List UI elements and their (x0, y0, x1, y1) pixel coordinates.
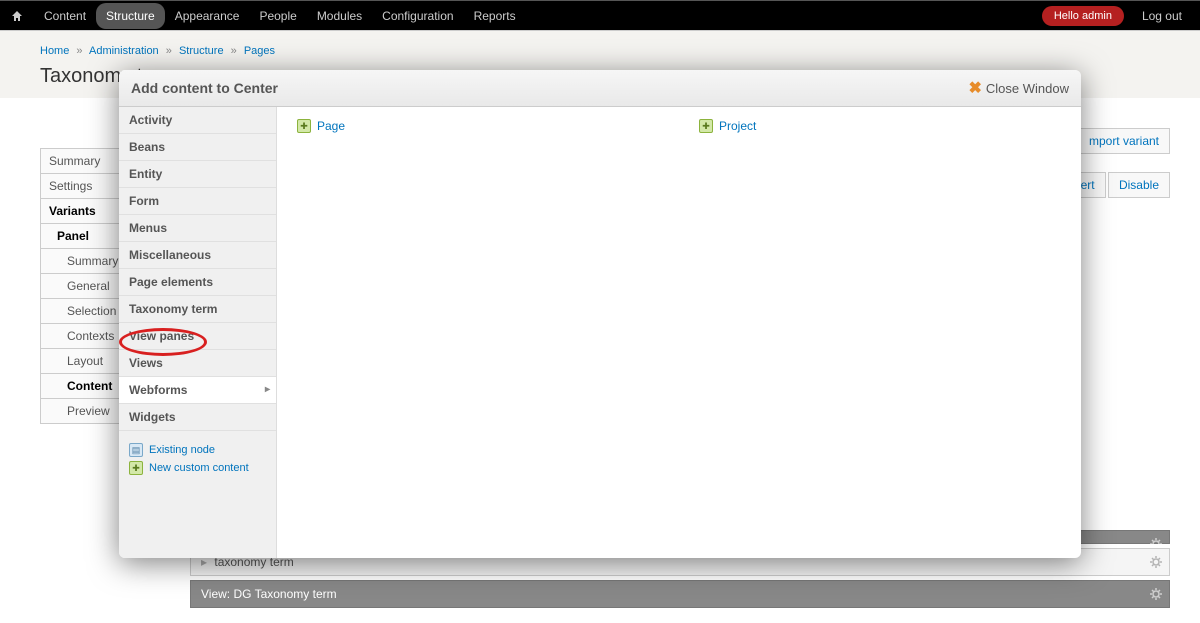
category-miscellaneous[interactable]: Miscellaneous (119, 242, 276, 269)
existing-node-link[interactable]: ▤ Existing node (129, 441, 266, 459)
breadcrumb: Home » Administration » Structure » Page… (0, 39, 1200, 63)
close-icon: ✖ (969, 78, 982, 98)
category-views[interactable]: Views (119, 350, 276, 377)
modal-overlay: Add content to Center ✖ Close Window Act… (0, 0, 1200, 623)
category-page-elements[interactable]: Page elements (119, 269, 276, 296)
content-project-link[interactable]: ✚ Project (699, 119, 1061, 133)
toolbar-modules[interactable]: Modules (307, 3, 372, 29)
category-form[interactable]: Form (119, 188, 276, 215)
toolbar-people[interactable]: People (249, 3, 306, 29)
toolbar-structure[interactable]: Structure (96, 3, 165, 29)
logout-link[interactable]: Log out (1134, 9, 1190, 23)
add-icon: ✚ (129, 461, 143, 475)
variant-actions: mport variant (1079, 128, 1170, 154)
category-beans[interactable]: Beans (119, 134, 276, 161)
category-footer: ▤ Existing node ✚ New custom content (119, 431, 276, 487)
content-page-link[interactable]: ✚ Page (297, 119, 659, 133)
category-taxonomy-term[interactable]: Taxonomy term (119, 296, 276, 323)
gear-icon[interactable] (1149, 555, 1163, 569)
category-list: Activity Beans Entity Form Menus Miscell… (119, 107, 277, 558)
breadcrumb-structure[interactable]: Structure (179, 45, 224, 57)
modal-title: Add content to Center (131, 80, 278, 96)
page-icon: ✚ (297, 119, 311, 133)
node-icon: ▤ (129, 443, 143, 457)
add-content-modal: Add content to Center ✖ Close Window Act… (119, 70, 1081, 558)
category-widgets[interactable]: Widgets (119, 404, 276, 431)
category-menus[interactable]: Menus (119, 215, 276, 242)
disable-button[interactable]: Disable (1108, 172, 1170, 198)
category-view-panes[interactable]: View panes (119, 323, 276, 350)
breadcrumb-home[interactable]: Home (40, 45, 69, 57)
category-activity[interactable]: Activity (119, 107, 276, 134)
modal-header: Add content to Center ✖ Close Window (119, 70, 1081, 107)
breadcrumb-admin[interactable]: Administration (89, 45, 159, 57)
category-webforms[interactable]: Webforms ▸ (119, 377, 276, 404)
breadcrumb-pages[interactable]: Pages (244, 45, 275, 57)
content-area: ✚ Page ✚ Project (277, 107, 1081, 558)
hello-admin-badge[interactable]: Hello admin (1042, 6, 1124, 26)
toolbar-configuration[interactable]: Configuration (372, 3, 463, 29)
gear-icon[interactable] (1149, 587, 1163, 601)
new-custom-content-link[interactable]: ✚ New custom content (129, 459, 266, 477)
toolbar-content[interactable]: Content (34, 3, 96, 29)
home-icon[interactable] (10, 9, 24, 23)
panel-row-view[interactable]: View: DG Taxonomy term (190, 580, 1170, 608)
chevron-right-icon: ▸ (265, 384, 270, 395)
admin-toolbar: Content Structure Appearance People Modu… (0, 0, 1200, 30)
import-variant-button[interactable]: mport variant (1078, 128, 1170, 154)
project-icon: ✚ (699, 119, 713, 133)
toolbar-reports[interactable]: Reports (464, 3, 526, 29)
close-window-button[interactable]: ✖ Close Window (969, 78, 1070, 98)
category-entity[interactable]: Entity (119, 161, 276, 188)
toolbar-appearance[interactable]: Appearance (165, 3, 250, 29)
